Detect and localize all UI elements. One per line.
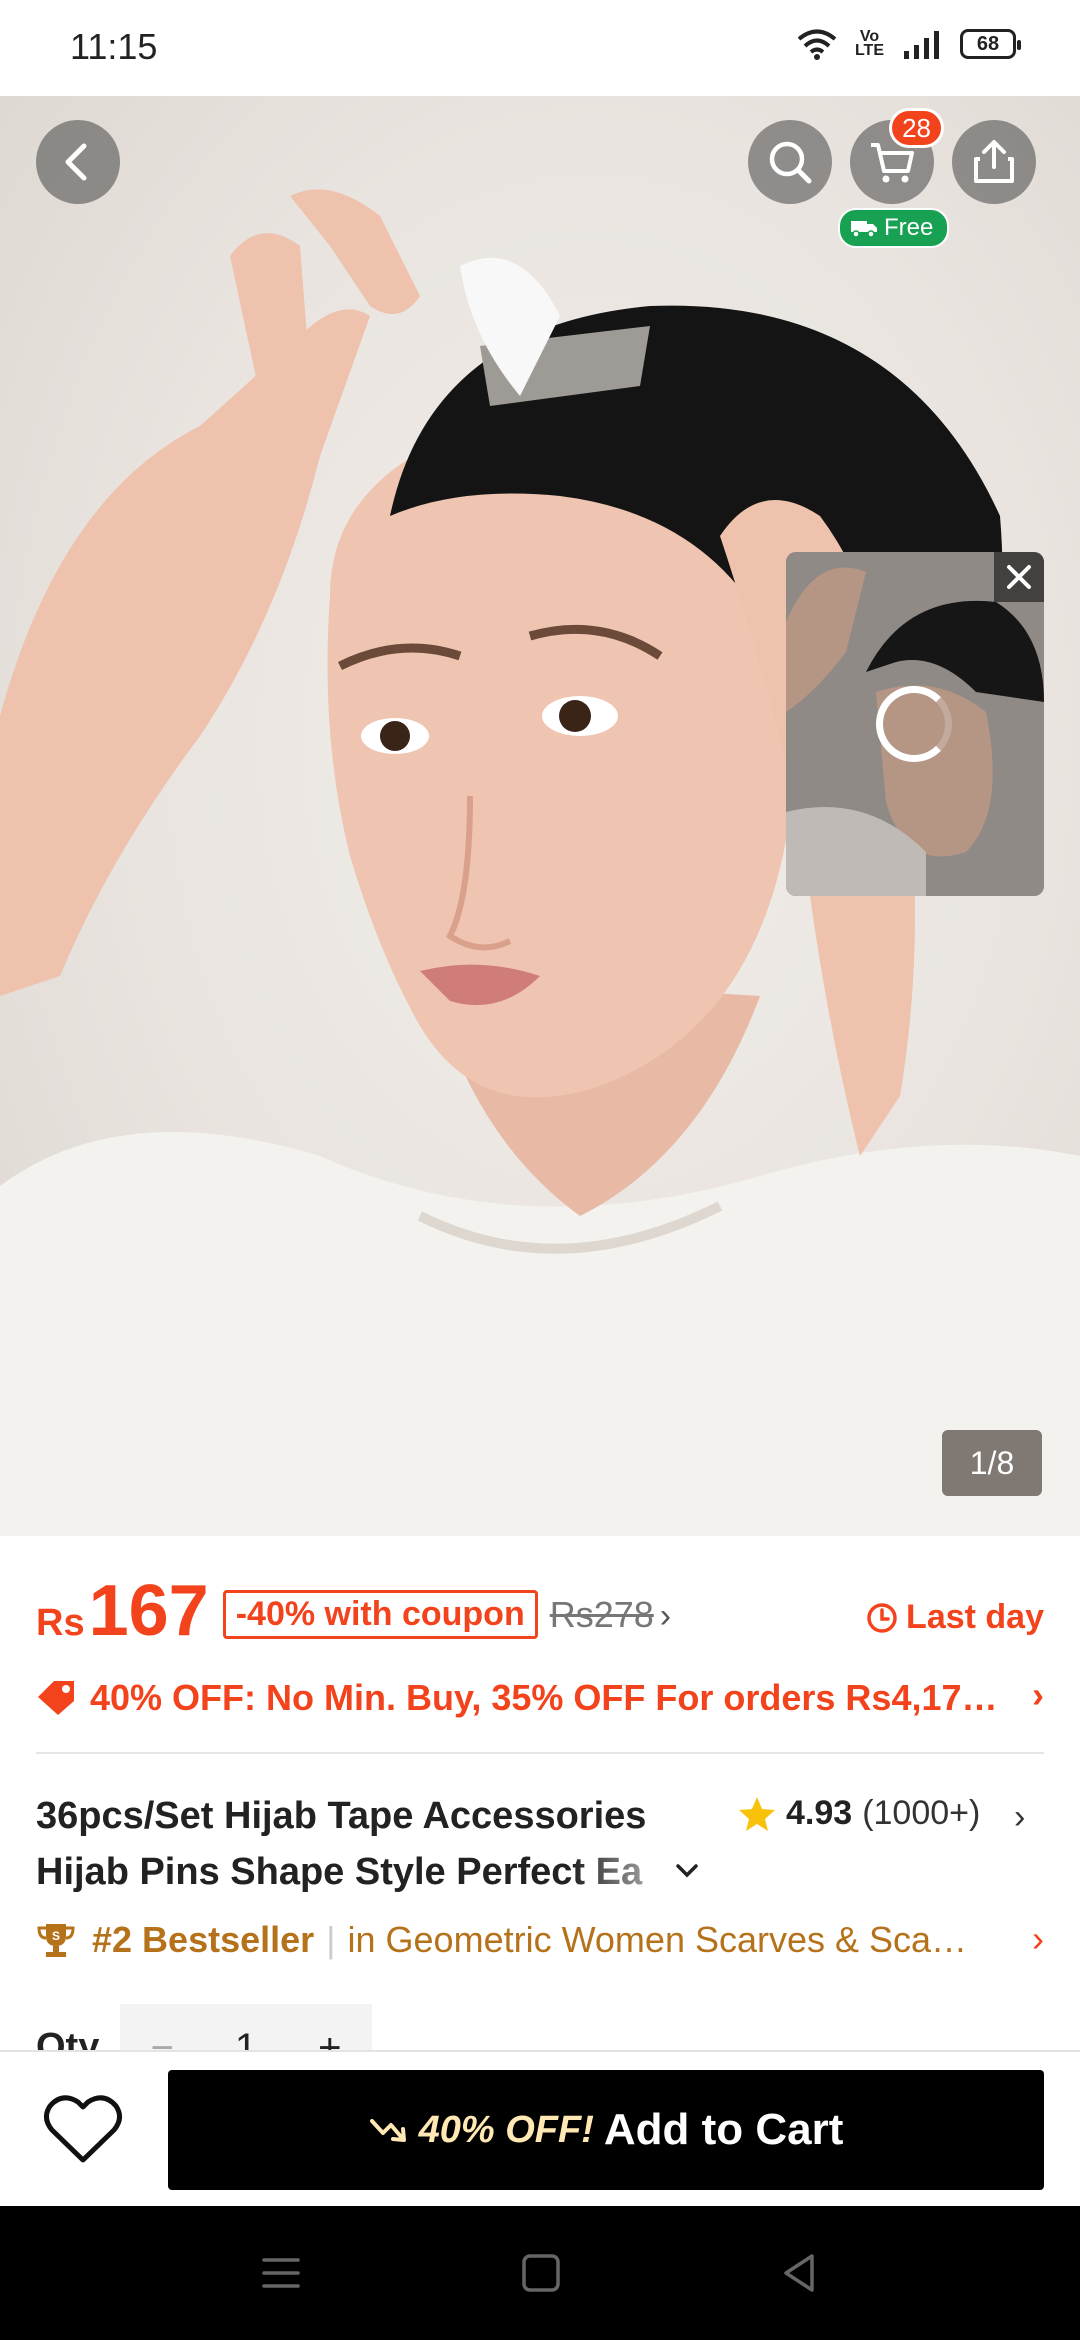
home-icon[interactable] (518, 2250, 564, 2296)
free-shipping-badge: Free (838, 208, 950, 248)
system-navigation-bar (0, 2206, 1080, 2340)
wifi-icon (797, 29, 837, 60)
video-preview[interactable] (786, 552, 1044, 896)
trophy-icon: S (37, 1924, 75, 1957)
quantity-stepper[interactable]: − 1 + (120, 2004, 372, 2050)
last-day-badge: Last day (866, 1598, 1044, 1637)
quantity-plus-button[interactable]: + (318, 2026, 341, 2050)
close-icon (1007, 565, 1031, 589)
signal-icon (904, 31, 939, 59)
image-counter: 1/8 (942, 1430, 1042, 1496)
battery-icon: 68 (960, 29, 1021, 59)
add-to-cart-button[interactable]: 40% OFF! Add to Cart (168, 2070, 1044, 2190)
search-button[interactable] (748, 120, 832, 204)
cart-button[interactable]: 28 Free (838, 108, 950, 248)
status-bar: 11:15 Vo LTE 68 (0, 0, 1080, 96)
rating-value: 4.93 (786, 1794, 853, 1832)
cart-count-badge: 28 (889, 108, 944, 148)
share-button[interactable] (952, 120, 1036, 204)
original-price[interactable]: Rs278 (550, 1594, 654, 1636)
expand-title-icon[interactable] (674, 1858, 700, 1884)
chevron-right-icon: › (1032, 1674, 1044, 1715)
svg-text:S: S (52, 1929, 60, 1943)
search-icon (769, 141, 812, 184)
back-button[interactable] (36, 120, 120, 204)
chevron-right-icon[interactable]: › (1014, 1798, 1025, 1837)
free-shipping-label: Free (884, 214, 934, 241)
chevron-right-icon: › (1032, 1918, 1044, 1959)
product-title[interactable]: 36pcs/Set Hijab Tape Accessories Hijab P… (36, 1788, 716, 1900)
divider (36, 1752, 1044, 1754)
add-to-cart-promo: 40% OFF! (418, 2108, 594, 2151)
product-title-line2: Hijab Pins Shape Style Perfect Ea (36, 1851, 643, 1893)
back-nav-icon[interactable] (776, 2250, 822, 2296)
clock-icon (867, 1602, 897, 1633)
chevron-left-icon (65, 143, 87, 181)
add-to-cart-label: Add to Cart (603, 2105, 844, 2154)
menu-icon[interactable] (258, 2250, 304, 2296)
separator: | (326, 1919, 336, 1960)
product-title-line1: 36pcs/Set Hijab Tape Accessories (36, 1795, 647, 1837)
volte-icon: Vo LTE (854, 28, 884, 59)
promotion-text: 40% OFF: No Min. Buy, 35% OFF For orders… (90, 1677, 998, 1718)
rating-count: (1000+) (862, 1794, 981, 1832)
trend-down-icon (369, 2119, 406, 2142)
status-icons: Vo LTE 68 (797, 28, 1021, 60)
quantity-minus-button[interactable]: − (151, 2026, 174, 2050)
last-day-label: Last day (906, 1598, 1044, 1636)
price-row: Rs 167 -40% with coupon Rs278 › Last day (36, 1570, 1044, 1651)
promotion-row[interactable]: 40% OFF: No Min. Buy, 35% OFF For orders… (36, 1670, 1044, 1726)
quantity-row: Qty − 1 + (36, 2004, 1044, 2050)
wishlist-heart-icon[interactable] (40, 2086, 126, 2172)
truck-icon (851, 221, 877, 238)
chevron-right-icon[interactable]: › (660, 1597, 671, 1636)
bottom-action-bar: 40% OFF! Add to Cart (0, 2050, 1080, 2206)
close-video-button[interactable] (994, 552, 1044, 602)
bestseller-category: in Geometric Women Scarves & Sca… (347, 1919, 968, 1960)
share-icon (974, 140, 1014, 183)
coupon-badge[interactable]: -40% with coupon (222, 1590, 538, 1639)
quantity-label: Qty (36, 2026, 100, 2050)
bestseller-row[interactable]: S #2 Bestseller | in Geometric Women Sca… (36, 1912, 1044, 1968)
product-image-gallery[interactable]: 28 Free 1/8 (0, 96, 1080, 1536)
star-icon (739, 1796, 775, 1831)
quantity-value[interactable]: 1 (235, 2026, 257, 2050)
loading-spinner-icon (876, 686, 952, 762)
status-time: 11:15 (70, 26, 158, 67)
price-amount: 167 (88, 1571, 209, 1651)
price-currency: Rs (36, 1602, 85, 1644)
bestseller-rank: #2 Bestseller (92, 1919, 315, 1960)
rating-summary[interactable]: 4.93 (1000+) (738, 1794, 980, 1833)
tag-icon (38, 1681, 74, 1715)
